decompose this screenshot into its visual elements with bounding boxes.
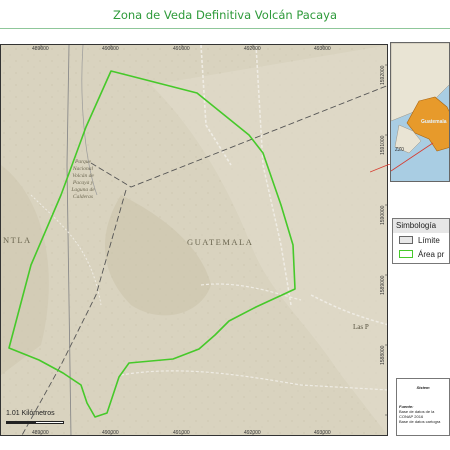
x-tick-bottom-1: 490000 <box>102 430 119 436</box>
main-map[interactable]: 489000 490000 491000 492000 493000 48900… <box>0 44 388 436</box>
x-tick-bottom-3: 492000 <box>244 430 261 436</box>
park-label: Parque Nacional Volcán de Pacaya y Lagun… <box>63 159 103 201</box>
park-label-line: Pacaya y <box>72 180 94 186</box>
y-tick-4: 1588000 <box>380 345 386 365</box>
park-label-line: Parque <box>75 159 91 165</box>
x-tick-4: 493000 <box>314 46 331 52</box>
title-divider <box>0 28 450 29</box>
park-label-line: Laguna de <box>71 187 95 193</box>
inset-small-label: ZZ0 <box>395 147 404 153</box>
source-line: Base de datos cartogra <box>399 419 441 424</box>
legend-item-limit: Límite <box>393 233 449 247</box>
place-label-country: GUATEMALA <box>187 237 254 247</box>
legend-swatch-limit <box>399 236 413 244</box>
park-label-line: Nacional <box>72 166 94 172</box>
source-panel: Sistem Fuente: Base de datos de la CONAP… <box>396 378 450 436</box>
scale-label: 1.01 Kilómetros <box>6 410 55 417</box>
legend-item-area: Área pr <box>393 247 449 261</box>
locator-inset-map[interactable]: Guatemala ZZ0 <box>390 42 450 182</box>
park-label-line: Calderas <box>72 194 94 200</box>
x-tick-bottom-4: 493000 <box>314 430 331 436</box>
place-label-town: Las P <box>353 323 369 331</box>
x-tick-bottom-0: 489000 <box>32 430 49 436</box>
legend-title: Simbología <box>393 219 449 233</box>
y-tick-1: 1591000 <box>380 135 386 155</box>
x-tick-0: 489000 <box>32 46 49 52</box>
inset-canvas <box>391 43 449 181</box>
legend-panel: Simbología Límite Área pr <box>392 218 450 264</box>
x-tick-3: 492000 <box>244 46 261 52</box>
legend-swatch-area <box>399 250 413 258</box>
x-tick-1: 490000 <box>102 46 119 52</box>
inset-connector <box>370 164 391 173</box>
park-label-line: Volcán de <box>72 173 94 179</box>
y-tick-0: 1592000 <box>380 65 386 85</box>
y-tick-2: 1590000 <box>380 205 386 225</box>
x-tick-bottom-2: 491000 <box>173 430 190 436</box>
scale-bar-graphic <box>6 421 64 424</box>
y-tick-3: 1589000 <box>380 275 386 295</box>
place-label-left: NTLA <box>3 235 32 245</box>
coordinate-system-label: Sistem <box>416 385 430 390</box>
scale-bar: 1.01 Kilómetros <box>6 410 64 424</box>
inset-country-label: Guatemala <box>421 119 447 125</box>
map-title: Zona de Veda Definitiva Volcán Pacaya <box>112 8 338 22</box>
x-tick-2: 491000 <box>173 46 190 52</box>
legend-label-limit: Límite <box>418 235 440 245</box>
legend-label-area: Área pr <box>418 249 445 259</box>
